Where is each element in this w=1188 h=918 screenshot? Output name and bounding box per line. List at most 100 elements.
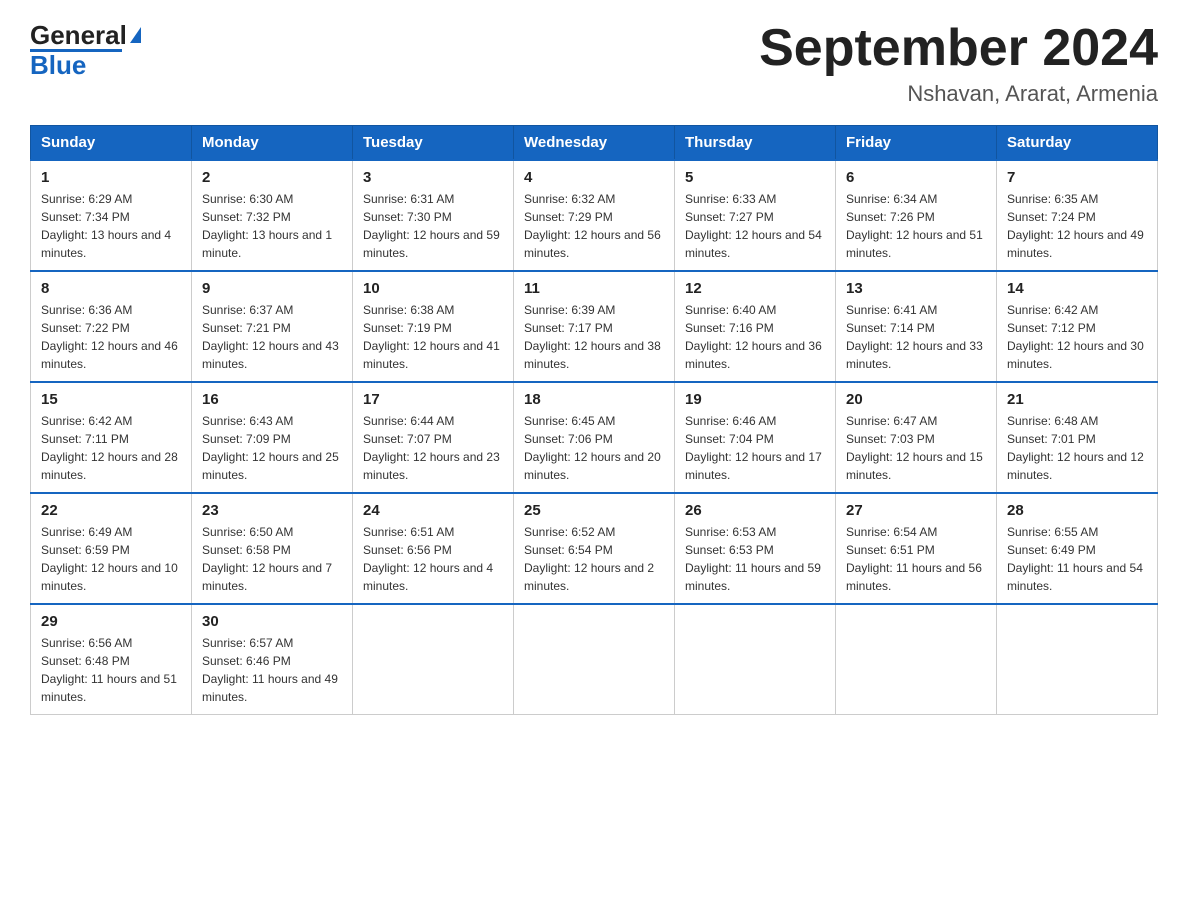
calendar-day-cell: 1Sunrise: 6:29 AMSunset: 7:34 PMDaylight… bbox=[31, 160, 192, 271]
day-info: Sunrise: 6:31 AMSunset: 7:30 PMDaylight:… bbox=[363, 190, 503, 262]
day-info: Sunrise: 6:49 AMSunset: 6:59 PMDaylight:… bbox=[41, 523, 181, 595]
location-title: Nshavan, Ararat, Armenia bbox=[759, 81, 1158, 107]
day-number: 16 bbox=[202, 391, 342, 408]
calendar-week-row: 8 Sunrise: 6:36 AMSunset: 7:22 PMDaylight… bbox=[31, 271, 1158, 382]
day-info: Sunrise: 6:50 AMSunset: 6:58 PMDaylight:… bbox=[202, 523, 342, 595]
day-info: Sunrise: 6:33 AMSunset: 7:27 PMDaylight:… bbox=[685, 190, 825, 262]
calendar-week-row: 29Sunrise: 6:56 AMSunset: 6:48 PMDayligh… bbox=[31, 604, 1158, 715]
calendar-day-cell: 5 Sunrise: 6:33 AMSunset: 7:27 PMDaylight… bbox=[675, 160, 836, 271]
col-friday: Friday bbox=[836, 126, 997, 161]
day-info: Sunrise: 6:48 AMSunset: 7:01 PMDaylight:… bbox=[1007, 412, 1147, 484]
calendar-day-cell bbox=[997, 604, 1158, 715]
calendar-table: Sunday Monday Tuesday Wednesday Thursday… bbox=[30, 125, 1158, 715]
day-info: Sunrise: 6:42 AMSunset: 7:12 PMDaylight:… bbox=[1007, 301, 1147, 373]
day-number: 10 bbox=[363, 280, 503, 297]
day-info: Sunrise: 6:56 AMSunset: 6:48 PMDaylight:… bbox=[41, 634, 181, 706]
day-info: Sunrise: 6:55 AMSunset: 6:49 PMDaylight:… bbox=[1007, 523, 1147, 595]
month-title: September 2024 bbox=[759, 20, 1158, 77]
logo-triangle-icon bbox=[130, 27, 141, 43]
day-info: Sunrise: 6:51 AMSunset: 6:56 PMDaylight:… bbox=[363, 523, 503, 595]
calendar-day-cell: 17Sunrise: 6:44 AMSunset: 7:07 PMDayligh… bbox=[353, 382, 514, 493]
day-number: 18 bbox=[524, 391, 664, 408]
calendar-day-cell: 18 Sunrise: 6:45 AMSunset: 7:06 PMDayligh… bbox=[514, 382, 675, 493]
day-info: Sunrise: 6:40 AMSunset: 7:16 PMDaylight:… bbox=[685, 301, 825, 373]
calendar-day-cell: 6 Sunrise: 6:34 AMSunset: 7:26 PMDaylight… bbox=[836, 160, 997, 271]
day-number: 12 bbox=[685, 280, 825, 297]
calendar-week-row: 1Sunrise: 6:29 AMSunset: 7:34 PMDaylight… bbox=[31, 160, 1158, 271]
day-number: 17 bbox=[363, 391, 503, 408]
col-wednesday: Wednesday bbox=[514, 126, 675, 161]
day-number: 19 bbox=[685, 391, 825, 408]
calendar-day-cell: 9Sunrise: 6:37 AMSunset: 7:21 PMDaylight… bbox=[192, 271, 353, 382]
calendar-day-cell: 16 Sunrise: 6:43 AMSunset: 7:09 PMDayligh… bbox=[192, 382, 353, 493]
calendar-day-cell: 21 Sunrise: 6:48 AMSunset: 7:01 PMDayligh… bbox=[997, 382, 1158, 493]
calendar-day-cell: 26 Sunrise: 6:53 AMSunset: 6:53 PMDayligh… bbox=[675, 493, 836, 604]
day-number: 21 bbox=[1007, 391, 1147, 408]
day-number: 28 bbox=[1007, 502, 1147, 519]
calendar-day-cell: 15 Sunrise: 6:42 AMSunset: 7:11 PMDayligh… bbox=[31, 382, 192, 493]
calendar-day-cell: 20Sunrise: 6:47 AMSunset: 7:03 PMDayligh… bbox=[836, 382, 997, 493]
day-number: 7 bbox=[1007, 169, 1147, 186]
day-info: Sunrise: 6:38 AMSunset: 7:19 PMDaylight:… bbox=[363, 301, 503, 373]
day-info: Sunrise: 6:30 AMSunset: 7:32 PMDaylight:… bbox=[202, 190, 342, 262]
calendar-day-cell: 12 Sunrise: 6:40 AMSunset: 7:16 PMDayligh… bbox=[675, 271, 836, 382]
calendar-week-row: 22Sunrise: 6:49 AMSunset: 6:59 PMDayligh… bbox=[31, 493, 1158, 604]
calendar-day-cell bbox=[353, 604, 514, 715]
day-number: 14 bbox=[1007, 280, 1147, 297]
day-info: Sunrise: 6:45 AMSunset: 7:06 PMDaylight:… bbox=[524, 412, 664, 484]
day-number: 11 bbox=[524, 280, 664, 297]
day-info: Sunrise: 6:32 AMSunset: 7:29 PMDaylight:… bbox=[524, 190, 664, 262]
col-tuesday: Tuesday bbox=[353, 126, 514, 161]
day-number: 5 bbox=[685, 169, 825, 186]
day-info: Sunrise: 6:41 AMSunset: 7:14 PMDaylight:… bbox=[846, 301, 986, 373]
day-info: Sunrise: 6:53 AMSunset: 6:53 PMDaylight:… bbox=[685, 523, 825, 595]
day-info: Sunrise: 6:47 AMSunset: 7:03 PMDaylight:… bbox=[846, 412, 986, 484]
calendar-day-cell: 25 Sunrise: 6:52 AMSunset: 6:54 PMDayligh… bbox=[514, 493, 675, 604]
day-number: 25 bbox=[524, 502, 664, 519]
logo-blue-text: Blue bbox=[30, 50, 86, 81]
day-number: 2 bbox=[202, 169, 342, 186]
calendar-day-cell: 2 Sunrise: 6:30 AMSunset: 7:32 PMDaylight… bbox=[192, 160, 353, 271]
day-info: Sunrise: 6:46 AMSunset: 7:04 PMDaylight:… bbox=[685, 412, 825, 484]
day-number: 6 bbox=[846, 169, 986, 186]
calendar-day-cell: 4 Sunrise: 6:32 AMSunset: 7:29 PMDaylight… bbox=[514, 160, 675, 271]
day-info: Sunrise: 6:52 AMSunset: 6:54 PMDaylight:… bbox=[524, 523, 664, 595]
calendar-day-cell: 19 Sunrise: 6:46 AMSunset: 7:04 PMDayligh… bbox=[675, 382, 836, 493]
calendar-day-cell: 29Sunrise: 6:56 AMSunset: 6:48 PMDayligh… bbox=[31, 604, 192, 715]
col-monday: Monday bbox=[192, 126, 353, 161]
calendar-day-cell: 11Sunrise: 6:39 AMSunset: 7:17 PMDayligh… bbox=[514, 271, 675, 382]
calendar-day-cell: 3 Sunrise: 6:31 AMSunset: 7:30 PMDaylight… bbox=[353, 160, 514, 271]
calendar-day-cell: 23Sunrise: 6:50 AMSunset: 6:58 PMDayligh… bbox=[192, 493, 353, 604]
day-info: Sunrise: 6:57 AMSunset: 6:46 PMDaylight:… bbox=[202, 634, 342, 706]
calendar-day-cell: 8 Sunrise: 6:36 AMSunset: 7:22 PMDaylight… bbox=[31, 271, 192, 382]
day-number: 9 bbox=[202, 280, 342, 297]
day-info: Sunrise: 6:36 AMSunset: 7:22 PMDaylight:… bbox=[41, 301, 181, 373]
logo: General Blue bbox=[30, 20, 141, 81]
col-saturday: Saturday bbox=[997, 126, 1158, 161]
calendar-day-cell: 7Sunrise: 6:35 AMSunset: 7:24 PMDaylight… bbox=[997, 160, 1158, 271]
calendar-week-row: 15 Sunrise: 6:42 AMSunset: 7:11 PMDayligh… bbox=[31, 382, 1158, 493]
day-info: Sunrise: 6:29 AMSunset: 7:34 PMDaylight:… bbox=[41, 190, 181, 262]
calendar-day-cell: 28 Sunrise: 6:55 AMSunset: 6:49 PMDayligh… bbox=[997, 493, 1158, 604]
col-thursday: Thursday bbox=[675, 126, 836, 161]
calendar-day-cell: 27 Sunrise: 6:54 AMSunset: 6:51 PMDayligh… bbox=[836, 493, 997, 604]
calendar-day-cell: 13Sunrise: 6:41 AMSunset: 7:14 PMDayligh… bbox=[836, 271, 997, 382]
day-info: Sunrise: 6:54 AMSunset: 6:51 PMDaylight:… bbox=[846, 523, 986, 595]
day-info: Sunrise: 6:43 AMSunset: 7:09 PMDaylight:… bbox=[202, 412, 342, 484]
page-header: General Blue September 2024 Nshavan, Ara… bbox=[30, 20, 1158, 107]
day-info: Sunrise: 6:34 AMSunset: 7:26 PMDaylight:… bbox=[846, 190, 986, 262]
day-number: 27 bbox=[846, 502, 986, 519]
day-number: 15 bbox=[41, 391, 181, 408]
calendar-day-cell: 22Sunrise: 6:49 AMSunset: 6:59 PMDayligh… bbox=[31, 493, 192, 604]
calendar-day-cell bbox=[836, 604, 997, 715]
logo-general-text: General bbox=[30, 20, 127, 51]
day-info: Sunrise: 6:42 AMSunset: 7:11 PMDaylight:… bbox=[41, 412, 181, 484]
day-number: 4 bbox=[524, 169, 664, 186]
day-number: 26 bbox=[685, 502, 825, 519]
day-number: 24 bbox=[363, 502, 503, 519]
day-number: 8 bbox=[41, 280, 181, 297]
calendar-day-cell bbox=[514, 604, 675, 715]
day-number: 3 bbox=[363, 169, 503, 186]
title-block: September 2024 Nshavan, Ararat, Armenia bbox=[759, 20, 1158, 107]
col-sunday: Sunday bbox=[31, 126, 192, 161]
